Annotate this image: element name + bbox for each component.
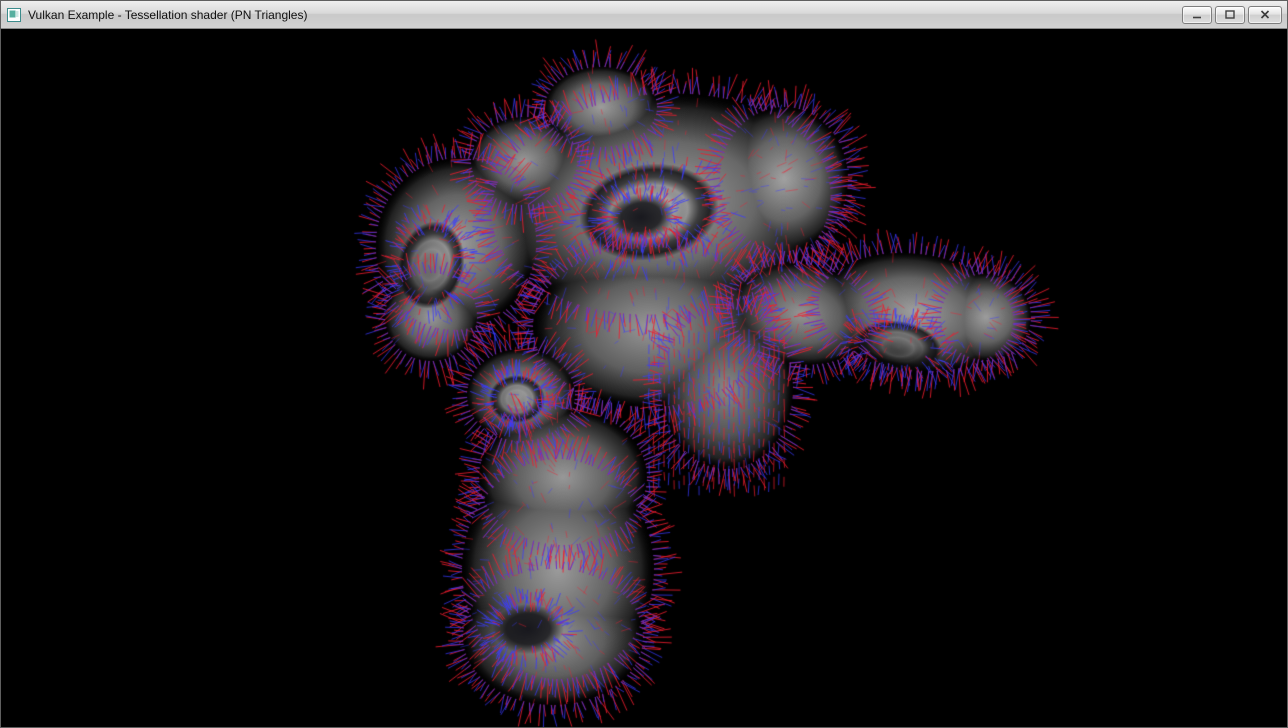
minimize-button[interactable] [1182,6,1212,24]
app-window: Vulkan Example - Tessellation shader (PN… [0,0,1288,728]
app-icon[interactable] [6,7,22,23]
minimize-icon [1192,10,1202,19]
maximize-button[interactable] [1215,6,1245,24]
maximize-icon [1225,10,1235,19]
vulkan-app-icon [6,7,22,23]
titlebar[interactable]: Vulkan Example - Tessellation shader (PN… [1,1,1287,29]
window-controls [1182,6,1282,24]
close-icon [1260,10,1270,19]
render-canvas[interactable] [1,29,1287,727]
window-title: Vulkan Example - Tessellation shader (PN… [28,8,307,22]
render-viewport[interactable] [1,29,1287,727]
close-button[interactable] [1248,6,1282,24]
